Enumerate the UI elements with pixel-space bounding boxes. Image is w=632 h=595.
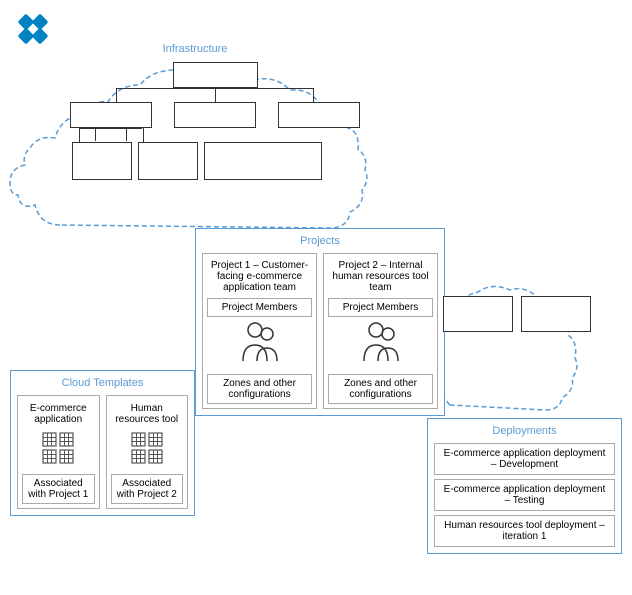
project1-members: Project Members [207, 298, 312, 317]
infrastructure-tree [70, 62, 360, 180]
projects-row: Project 1 – Customer-facing e-commerce a… [202, 253, 438, 409]
projects-panel: Projects Project 1 – Customer-facing e-c… [195, 228, 445, 416]
project2-members: Project Members [328, 298, 433, 317]
project1-zones: Zones and other configurations [207, 374, 312, 404]
deploy-cloud-boxes [443, 296, 618, 332]
deployments-panel: Deployments E-commerce application deplo… [427, 418, 622, 554]
project1-icon [207, 321, 312, 370]
projects-title: Projects [202, 235, 438, 247]
template1-card: E-commerce application [17, 395, 100, 509]
template2-icon [111, 432, 184, 470]
deployment-item-1: E-commerce application deployment – Deve… [434, 443, 615, 475]
deploy-box-1 [443, 296, 513, 332]
svg-text:Infrastructure: Infrastructure [163, 43, 228, 55]
template1-name: E-commerce application [22, 400, 95, 428]
template1-assoc: Associated with Project 1 [22, 474, 95, 504]
project1-name: Project 1 – Customer-facing e-commerce a… [207, 258, 312, 294]
project1-card: Project 1 – Customer-facing e-commerce a… [202, 253, 317, 409]
app-logo [12, 12, 56, 56]
project2-name: Project 2 – Internal human resources too… [328, 258, 433, 294]
template2-assoc: Associated with Project 2 [111, 474, 184, 504]
deployment-item-2: E-commerce application deployment – Test… [434, 479, 615, 511]
project2-card: Project 2 – Internal human resources too… [323, 253, 438, 409]
templates-row: E-commerce application [17, 395, 188, 509]
template1-icon [22, 432, 95, 470]
deployment-item-3: Human resources tool deployment – iterat… [434, 515, 615, 547]
deploy-box-2 [521, 296, 591, 332]
template2-card: Human resources tool [106, 395, 189, 509]
cloud-templates-panel: Cloud Templates E-commerce application [10, 370, 195, 516]
template2-name: Human resources tool [111, 400, 184, 428]
cloud-templates-title: Cloud Templates [17, 377, 188, 389]
project2-zones: Zones and other configurations [328, 374, 433, 404]
project2-icon [328, 321, 433, 370]
deployments-title: Deployments [434, 425, 615, 437]
